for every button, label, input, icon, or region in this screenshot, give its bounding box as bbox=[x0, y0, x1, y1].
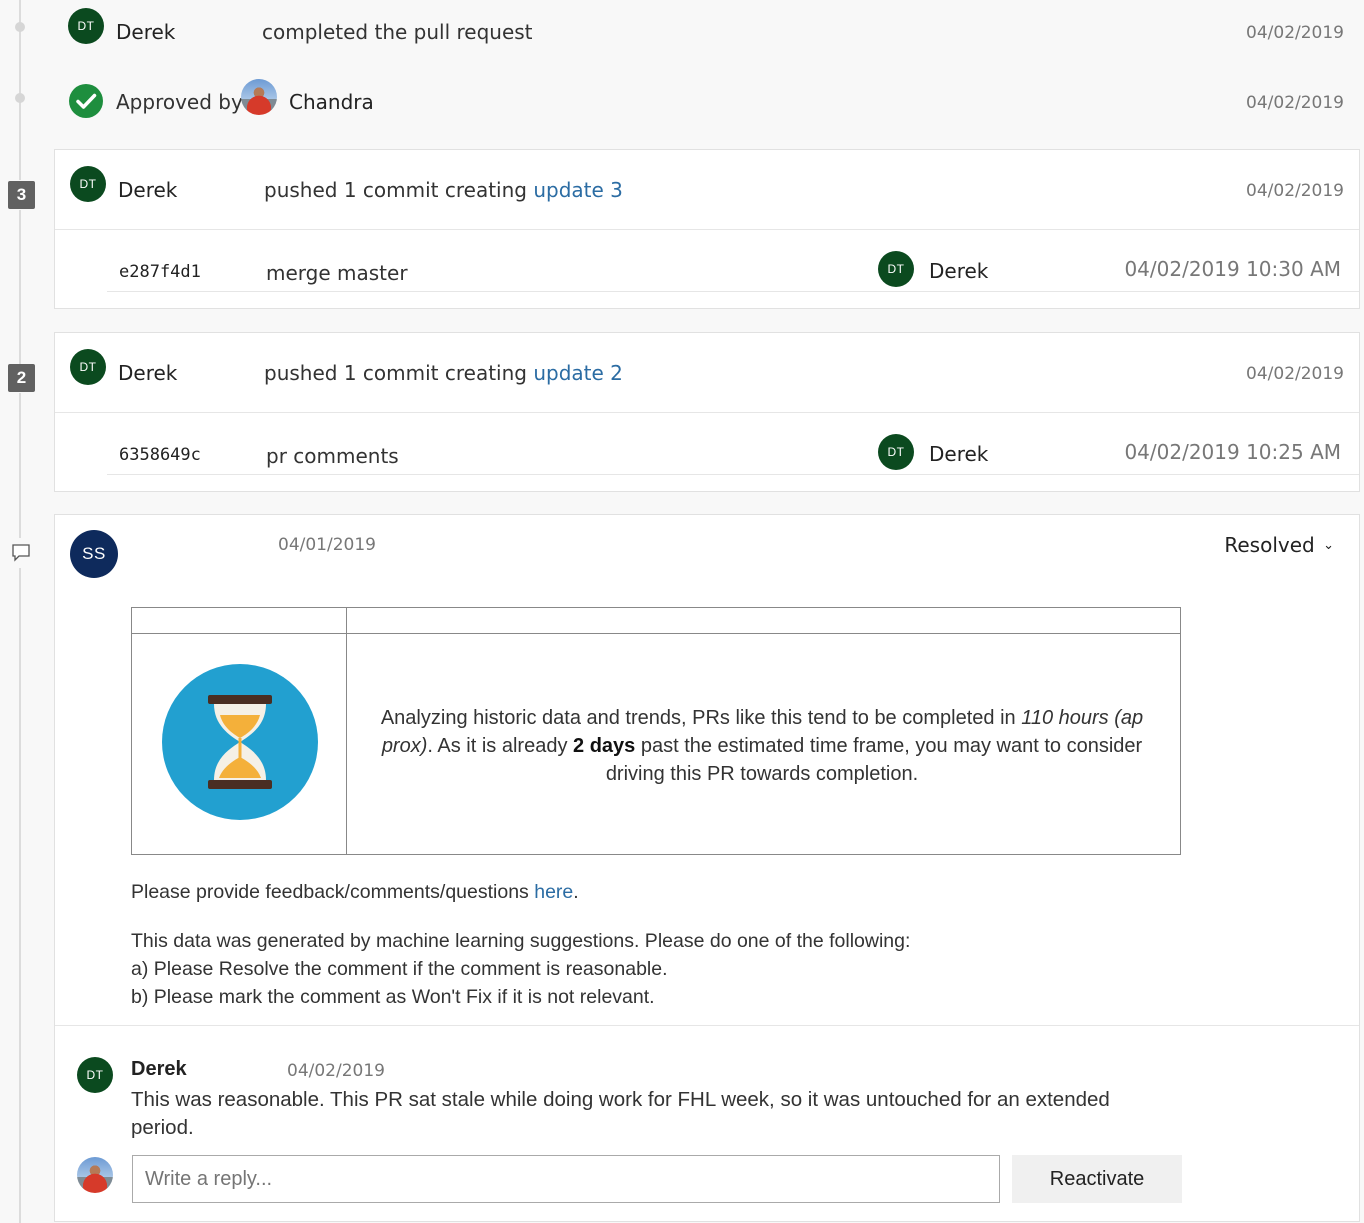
update-card: DT Derek pushed 1 commit creating update… bbox=[54, 332, 1360, 492]
avatar: DT bbox=[70, 349, 106, 385]
avatar: DT bbox=[878, 251, 914, 287]
event-text: pushed 1 commit creating update 2 bbox=[264, 361, 623, 385]
commit-author: Derek bbox=[929, 259, 989, 283]
reply-input[interactable] bbox=[132, 1155, 1000, 1203]
avatar: DT bbox=[878, 434, 914, 470]
table-column-divider bbox=[346, 608, 347, 854]
insight-text: Analyzing historic data and trends, PRs … bbox=[362, 704, 1162, 788]
approved-check-icon bbox=[68, 83, 104, 119]
days-overdue: 2 days bbox=[573, 735, 636, 757]
timeline-rail bbox=[19, 210, 21, 365]
update-link[interactable]: update 3 bbox=[533, 178, 623, 202]
event-date: 04/02/2019 bbox=[1246, 93, 1344, 113]
commit-message: pr comments bbox=[266, 444, 399, 468]
hourglass-icon bbox=[161, 663, 319, 821]
divider bbox=[55, 1025, 1359, 1026]
ml-line: b) Please mark the comment as Won't Fix … bbox=[131, 986, 655, 1008]
avatar: DT bbox=[68, 8, 104, 44]
timeline-dot bbox=[15, 93, 25, 103]
comment-thread: SS 04/01/2019 Resolved ⌄ Analyzing histo… bbox=[54, 514, 1360, 1222]
divider bbox=[55, 412, 1359, 413]
commit-author: Derek bbox=[929, 442, 989, 466]
feedback-link[interactable]: here bbox=[534, 881, 573, 903]
avatar bbox=[241, 79, 277, 115]
commit-hash[interactable]: 6358649c bbox=[119, 445, 201, 465]
avatar: SS bbox=[70, 530, 118, 578]
ml-line: This data was generated by machine learn… bbox=[131, 930, 911, 952]
event-date: 04/02/2019 bbox=[1246, 23, 1344, 43]
timeline-rail bbox=[19, 393, 21, 538]
ml-disclaimer: This data was generated by machine learn… bbox=[131, 927, 910, 1011]
divider bbox=[107, 474, 1359, 475]
update-badge: 3 bbox=[8, 181, 35, 209]
commit-datetime: 04/02/2019 10:25 AM bbox=[1124, 440, 1341, 464]
insight-table: Analyzing historic data and trends, PRs … bbox=[131, 607, 1181, 855]
divider bbox=[55, 229, 1359, 230]
avatar bbox=[77, 1157, 113, 1193]
author-name[interactable]: Derek bbox=[116, 20, 175, 44]
event-date: 04/02/2019 bbox=[1246, 364, 1344, 384]
reactivate-button[interactable]: Reactivate bbox=[1012, 1155, 1182, 1203]
commit-hash[interactable]: e287f4d1 bbox=[119, 262, 201, 282]
chevron-down-icon: ⌄ bbox=[1323, 538, 1334, 553]
event-text: pushed 1 commit creating update 3 bbox=[264, 178, 623, 202]
event-action: pushed 1 commit creating bbox=[264, 361, 534, 385]
comment-date: 04/01/2019 bbox=[278, 535, 376, 555]
feedback-end: . bbox=[573, 881, 579, 903]
ml-line: a) Please Resolve the comment if the com… bbox=[131, 958, 668, 980]
update-card: DT Derek pushed 1 commit creating update… bbox=[54, 149, 1360, 309]
avatar: DT bbox=[77, 1057, 113, 1093]
status-label: Resolved bbox=[1224, 533, 1315, 557]
feedback-text: Please provide feedback/comments/questio… bbox=[131, 881, 535, 903]
author-name[interactable]: Derek bbox=[118, 178, 177, 202]
avatar: DT bbox=[70, 166, 106, 202]
event-date: 04/02/2019 bbox=[1246, 181, 1344, 201]
event-action: pushed 1 commit creating bbox=[264, 178, 534, 202]
author-name[interactable]: Chandra bbox=[289, 90, 374, 114]
table-header-row bbox=[132, 608, 1180, 634]
commit-datetime: 04/02/2019 10:30 AM bbox=[1124, 257, 1341, 281]
feedback-line: Please provide feedback/comments/questio… bbox=[131, 878, 579, 906]
event-text: completed the pull request bbox=[262, 20, 533, 44]
update-link[interactable]: update 2 bbox=[533, 361, 623, 385]
approved-label: Approved by bbox=[116, 90, 243, 114]
comment-icon bbox=[11, 542, 31, 562]
timeline-rail bbox=[19, 568, 21, 1223]
reply-date: 04/02/2019 bbox=[287, 1061, 385, 1081]
timeline-dot bbox=[15, 22, 25, 32]
insight-text-part: past the estimated time frame, you may w… bbox=[605, 735, 1143, 785]
insight-text-part: . As it is already bbox=[427, 735, 574, 757]
author-name[interactable]: Derek bbox=[118, 361, 177, 385]
divider bbox=[107, 291, 1359, 292]
insight-text-part: Analyzing historic data and trends, PRs … bbox=[380, 707, 1022, 729]
reply-text: This was reasonable. This PR sat stale w… bbox=[131, 1088, 1110, 1139]
reply-author[interactable]: Derek bbox=[131, 1058, 187, 1081]
update-badge: 2 bbox=[8, 364, 35, 392]
commit-message: merge master bbox=[266, 261, 408, 285]
status-dropdown[interactable]: Resolved ⌄ bbox=[1224, 533, 1334, 557]
